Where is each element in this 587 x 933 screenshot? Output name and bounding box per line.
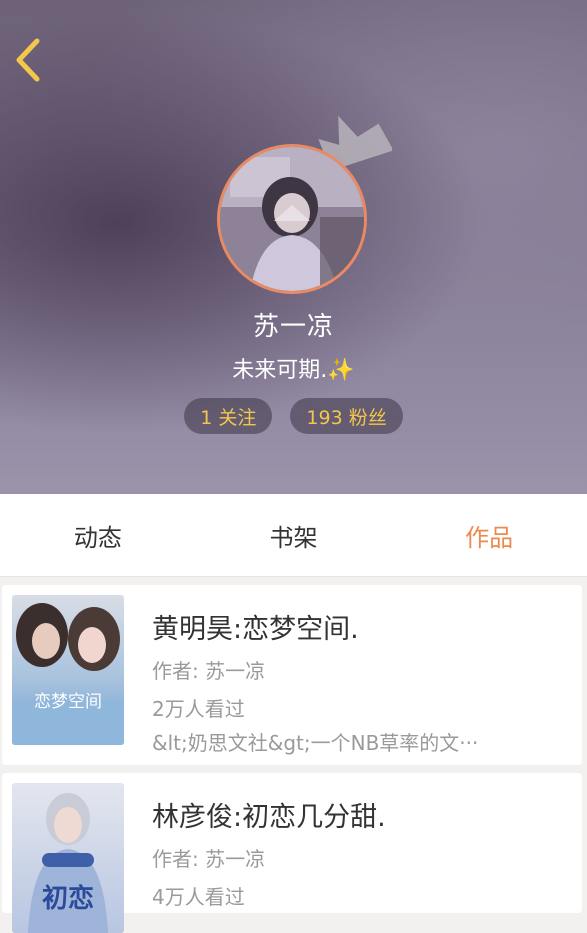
work-card[interactable]: 恋梦空间 黄明昊:恋梦空间. 作者: 苏一凉 2万人看过 &lt;奶思文社&gt… [2, 585, 582, 765]
book-views: 2万人看过 [152, 697, 245, 721]
tab-bookshelf[interactable]: 书架 [196, 494, 392, 576]
book-author: 作者: 苏一凉 [152, 659, 266, 683]
book-title: 林彦俊:初恋几分甜. [152, 802, 386, 833]
fans-count-button[interactable]: 193 粉丝 [290, 398, 403, 434]
avatar-image [220, 147, 364, 291]
tab-works[interactable]: 作品 [391, 494, 587, 576]
profile-stats: 1 关注 193 粉丝 [0, 398, 587, 434]
book-description: &lt;奶思文社&gt;一个NB草率的文··· [152, 731, 479, 755]
tab-activity[interactable]: 动态 [0, 494, 196, 576]
book-cover: 初恋 [12, 783, 124, 933]
cover-title: 恋梦空间 [34, 691, 102, 712]
profile-header: 苏一凉 未来可期.✨ 1 关注 193 粉丝 [0, 0, 587, 494]
book-author: 作者: 苏一凉 [152, 847, 266, 871]
profile-name: 苏一凉 [252, 312, 334, 342]
book-cover: 恋梦空间 [12, 595, 124, 745]
profile-bio: 未来可期.✨ [232, 358, 355, 383]
book-title: 黄明昊:恋梦空间. [152, 614, 359, 645]
back-button[interactable] [8, 36, 48, 84]
profile-tabs: 动态 书架 作品 [0, 494, 587, 577]
following-count-button[interactable]: 1 关注 [184, 398, 273, 434]
book-views: 4万人看过 [152, 885, 245, 909]
avatar[interactable] [217, 144, 367, 294]
work-card[interactable]: 初恋 林彦俊:初恋几分甜. 作者: 苏一凉 4万人看过 [2, 773, 582, 933]
chevron-left-icon [16, 38, 40, 82]
cover-title: 初恋 [42, 883, 94, 914]
